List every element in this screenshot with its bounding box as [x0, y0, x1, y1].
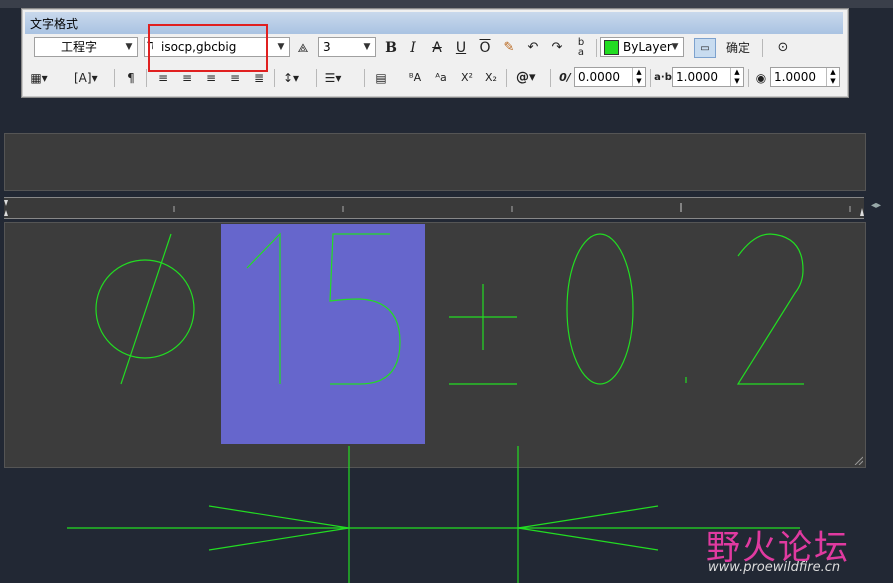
digit-1-glyph: [246, 232, 281, 384]
dimension-lines: [67, 446, 800, 583]
cad-drawing: [67, 232, 804, 583]
digit-5-glyph: [329, 233, 401, 385]
digit-0-glyph: [566, 233, 634, 385]
diameter-glyph: [95, 233, 195, 385]
digit-2-glyph: [736, 233, 804, 385]
plus-minus-glyph: [449, 284, 517, 385]
forum-watermark: 野火论坛 www.proewildfire.cn: [706, 520, 850, 575]
watermark-url: www.proewildfire.cn: [708, 560, 841, 575]
